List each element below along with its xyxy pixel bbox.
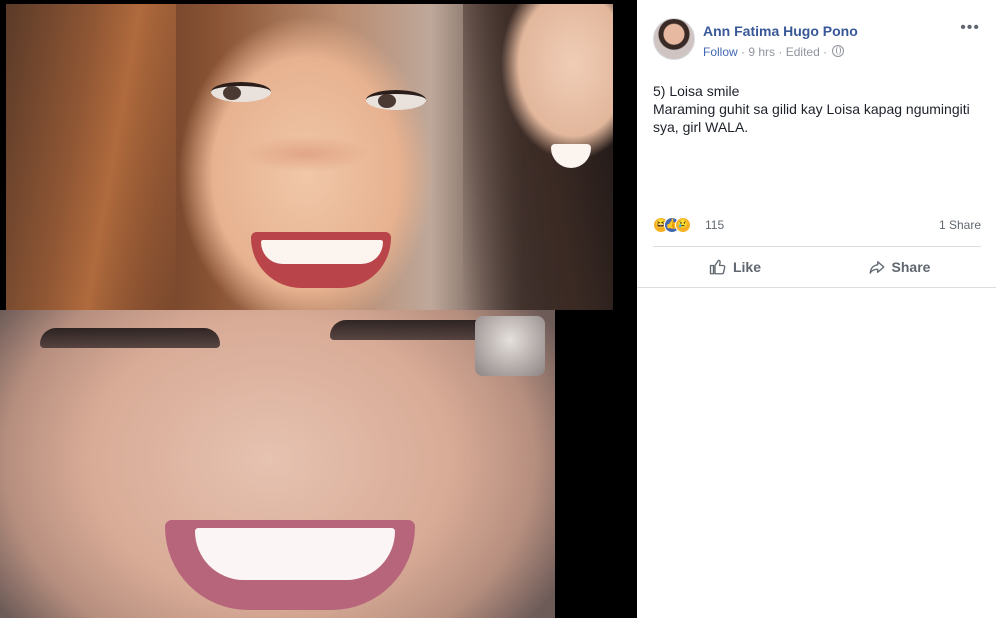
- follow-link[interactable]: Follow: [703, 45, 738, 59]
- photo-top: [6, 4, 613, 310]
- post-meta: Follow · 9 hrs · Edited ·: [703, 45, 845, 59]
- post-header: Ann Fatima Hugo Pono Follow · 9 hrs · Ed…: [653, 18, 984, 62]
- meta-separator: ·: [737, 45, 749, 59]
- post-text: 5) Loisa smile Maraming guhit sa gilid k…: [653, 82, 983, 136]
- photo-second-face: [478, 4, 613, 214]
- post-text-line: Maraming guhit sa gilid kay Loisa kapag …: [653, 101, 970, 135]
- share-count[interactable]: 1 Share: [939, 218, 981, 232]
- photo-teeth-bottom: [195, 528, 395, 580]
- photo-eye-left: [211, 82, 271, 102]
- like-label: Like: [732, 259, 761, 275]
- reactions-bar: 😆 👍 😢 115 1 Share: [653, 216, 981, 236]
- photo-teeth: [261, 240, 383, 264]
- globe-icon[interactable]: [832, 45, 845, 57]
- avatar[interactable]: [653, 18, 695, 60]
- post-text-line: 5) Loisa smile: [653, 83, 740, 99]
- photo-viewer[interactable]: [0, 0, 637, 618]
- share-arrow-icon: [869, 261, 884, 274]
- post-time[interactable]: 9 hrs: [748, 45, 775, 59]
- photo-eye-right: [366, 90, 426, 110]
- post-panel: Ann Fatima Hugo Pono Follow · 9 hrs · Ed…: [637, 0, 996, 618]
- edited-label[interactable]: Edited: [786, 45, 820, 59]
- like-button[interactable]: Like: [653, 247, 817, 287]
- sad-icon: 😢: [675, 217, 691, 233]
- photo-hair-left: [6, 4, 176, 310]
- post-actions: Like Share: [653, 247, 981, 287]
- more-options-icon[interactable]: •••: [960, 20, 980, 36]
- photo-bottom: [0, 310, 555, 618]
- reaction-count[interactable]: 115: [705, 218, 724, 232]
- thumbs-up-icon: [709, 259, 726, 275]
- divider: [637, 287, 996, 288]
- meta-separator: ·: [775, 45, 786, 59]
- photo-lash-left: [40, 328, 220, 348]
- photo-sticker: [475, 316, 545, 376]
- share-label: Share: [891, 259, 931, 275]
- share-button[interactable]: Share: [817, 247, 981, 287]
- author-name[interactable]: Ann Fatima Hugo Pono: [703, 23, 858, 39]
- meta-separator: ·: [819, 45, 831, 59]
